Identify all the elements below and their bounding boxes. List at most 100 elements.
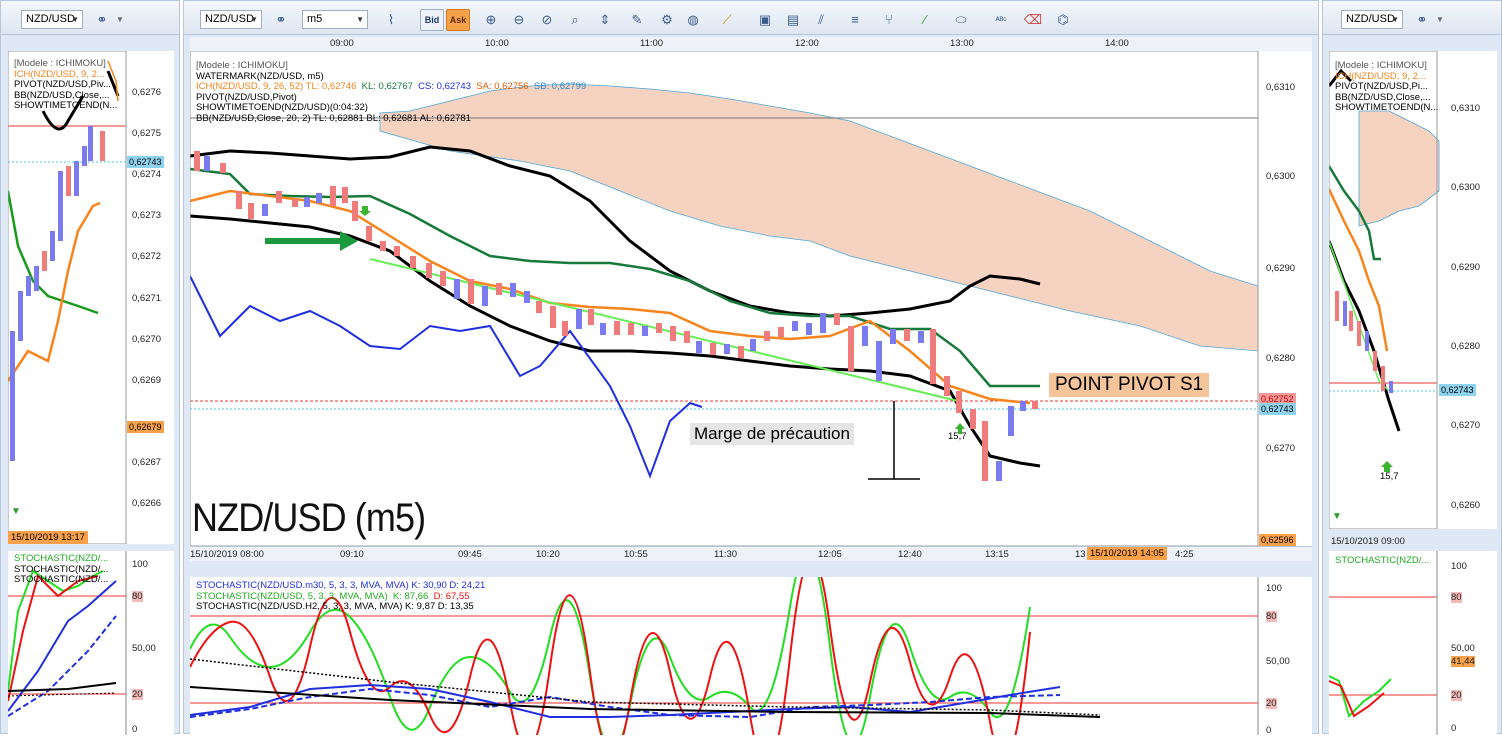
right-symbol-label: NZD/USD xyxy=(1346,13,1395,25)
legend-line: [Modele : ICHIMOKU] xyxy=(196,60,288,71)
legend-line: PIVOT(NZD/USD,Piv... xyxy=(14,79,111,90)
zoom-area-icon[interactable]: ⌕ xyxy=(564,9,586,31)
main-stochastic-panel[interactable]: STOCHASTIC(NZD/USD.m30, 5, 3, 3, MVA, MV… xyxy=(189,552,1312,740)
main-chart-window: NZD/USD ▼ ⚭ m5 ▼ ⌇ Bid Ask ⊕ ⊖ ⊘ ⌕ ⇕ ✎ ⚙ ◍… xyxy=(183,0,1319,740)
price-tick: 0,6273 xyxy=(132,210,162,221)
price-tick: 0,6269 xyxy=(132,375,162,386)
stoch-tick: 50,00 xyxy=(132,643,156,654)
time-tick: 12:40 xyxy=(898,549,922,560)
time-tick: 13:00 xyxy=(950,38,974,49)
right-chart-window: NZD/USD ▼ ⚭ ▼ [Modele: ICHIMOKU] ICH(NZ… xyxy=(1322,0,1502,735)
main-price-chart[interactable]: [Modele : ICHIMOKU] WATERMARK(NZD/USD, m… xyxy=(189,50,1312,547)
price-tick: 0,6310 xyxy=(1266,82,1296,93)
pivot-annotation[interactable]: POINT PIVOT S1 xyxy=(1049,373,1210,397)
trendline-tool-icon[interactable]: ∕ xyxy=(914,9,936,31)
image-icon[interactable]: ▣ xyxy=(754,9,776,31)
ich-tl: TL: 0,62746 xyxy=(305,81,357,92)
left-date-tag: 15/10/2019 13:17 xyxy=(8,531,88,544)
chevron-down-icon: ▼ xyxy=(71,15,79,24)
arrow-value-label: 15,7 xyxy=(948,431,967,442)
stoch-tick: 41,44 xyxy=(1451,656,1475,667)
time-tick: 4:25 xyxy=(1175,549,1194,560)
fit-icon[interactable]: ⇕ xyxy=(594,9,616,31)
price-tick: 0,6276 xyxy=(132,87,162,98)
price-tick: 0,6260 xyxy=(1451,500,1481,511)
time-tick: 09:10 xyxy=(340,549,364,560)
right-price-chart[interactable]: [Modele : ICHIMOKU] ICH(NZD/USD, 9, 2...… xyxy=(1327,50,1497,530)
price-tick: 0,6275 xyxy=(132,128,162,139)
ich-name: ICH(NZD/USD, 9, 26, 52) xyxy=(196,81,304,92)
text-tool-icon[interactable]: ᴬᴮᶜ xyxy=(990,9,1012,31)
legend-line: [Modele : ICHIMOKU] xyxy=(14,58,106,69)
stoch-m5-k: K: 87,66 xyxy=(392,590,429,602)
legend-line: [Modele : ICHIMOKU] xyxy=(1335,60,1427,71)
stoch-m5-name: STOCHASTIC(NZD/USD, 5, 3, 3, MVA, MVA) xyxy=(196,590,388,602)
lines-tool-icon[interactable]: ≡ xyxy=(844,9,866,31)
stoch-tick: 0 xyxy=(132,724,138,735)
ich-kl: KL: 0,62767 xyxy=(361,81,413,92)
time-tick: 10:20 xyxy=(536,549,560,560)
ask-button[interactable]: Ask xyxy=(446,9,470,31)
objects-tree-icon[interactable]: ⌬ xyxy=(1052,9,1074,31)
main-symbol-label: NZD/USD xyxy=(205,13,254,25)
stoch-tick: 50,00 xyxy=(1451,643,1475,654)
zoom-out-icon[interactable]: ⊖ xyxy=(508,9,530,31)
price-tag-low: 0,62596 xyxy=(1259,534,1296,546)
price-tick: 0,6300 xyxy=(1451,182,1481,193)
main-stoch-legend: STOCHASTIC(NZD/USD.m30, 5, 3, 3, MVA, MV… xyxy=(196,580,485,613)
globe-icon[interactable]: ◍ xyxy=(682,9,704,31)
stoch-legend-h2: STOCHASTIC(NZD/USD.H2, 5, 3, 3, MVA, MVA… xyxy=(196,601,474,612)
price-tick: 0,6310 xyxy=(1451,103,1481,114)
chevron-down-icon[interactable]: ▼ xyxy=(1429,9,1451,31)
indicator-icon[interactable]: ⚙ xyxy=(656,9,678,31)
time-tick: 09:45 xyxy=(458,549,482,560)
legend-line: STOCHASTIC(NZD/... xyxy=(14,553,109,564)
chevron-down-icon[interactable]: ▼ xyxy=(109,9,131,31)
legend-line: STOCHASTIC(NZD/... xyxy=(14,574,109,585)
right-price-chart-svg xyxy=(1327,50,1440,530)
price-tick: 0,6280 xyxy=(1266,353,1296,364)
time-tick: 12:05 xyxy=(818,549,842,560)
ruler-icon[interactable]: ⟋ xyxy=(716,9,738,31)
time-tick: 15/10/2019 08:00 xyxy=(190,549,264,560)
arrow-value-label: 15,7 xyxy=(1380,471,1399,482)
price-tick: 0,6266 xyxy=(132,498,162,509)
green-arrow-icon: ▼ xyxy=(11,506,21,517)
price-tick: 0,6274 xyxy=(132,169,162,180)
layout-icon[interactable]: ▤ xyxy=(782,9,804,31)
eraser-icon[interactable]: ⌫ xyxy=(1022,9,1044,31)
edit-chart-icon[interactable]: ✎ xyxy=(626,9,648,31)
right-legend: [Modele : ICHIMOKU] ICH(NZD/USD, 9, 2...… xyxy=(1335,60,1438,114)
bid-button[interactable]: Bid xyxy=(420,9,444,31)
zoom-in-icon[interactable]: ⊕ xyxy=(480,9,502,31)
fan-tool-icon[interactable]: ⫽ xyxy=(810,9,832,31)
time-tick: 13:15 xyxy=(985,549,1009,560)
main-toolbar: NZD/USD ▼ ⚭ m5 ▼ ⌇ Bid Ask ⊕ ⊖ ⊘ ⌕ ⇕ ✎ ⚙ ◍… xyxy=(184,1,1318,35)
time-tick: 10:00 xyxy=(485,38,509,49)
chart-watermark: NZD/USD (m5) xyxy=(192,496,426,540)
ellipse-tool-icon[interactable]: ⬭ xyxy=(950,9,972,31)
stoch-tick: 20 xyxy=(1266,698,1277,709)
zoom-reset-icon[interactable]: ⊘ xyxy=(536,9,558,31)
left-price-chart[interactable]: [Modele : ICHIMOKU] ICH(NZD/USD, 9, 2...… xyxy=(6,50,174,545)
left-stochastic-panel[interactable]: STOCHASTIC(NZD/... STOCHASTIC(NZD/... ST… xyxy=(7,551,174,735)
price-tick: 0,6270 xyxy=(132,334,162,345)
top-time-axis: 09:00 10:00 11:00 12:00 13:00 14:00 xyxy=(190,37,1312,51)
left-chart-window: NZD/USD ▼ ⚭ ▼ [Modele: ICHIMOKU] ICH(NZ… xyxy=(0,0,180,735)
main-symbol-select[interactable]: NZD/USD ▼ xyxy=(200,10,262,29)
right-stochastic-panel[interactable]: STOCHASTIC(NZD/... 100 80 50,00 41,44 20… xyxy=(1328,551,1497,735)
left-symbol-select[interactable]: NZD/USD ▼ xyxy=(21,10,83,29)
stoch-tick: 0 xyxy=(1266,725,1272,736)
time-tick: 12:00 xyxy=(795,38,819,49)
stoch-tick: 80 xyxy=(1266,611,1277,622)
fork-tool-icon[interactable]: ⑂ xyxy=(878,9,900,31)
time-tick: 09:00 xyxy=(330,38,354,49)
right-symbol-select[interactable]: NZD/USD ▼ xyxy=(1341,10,1403,29)
margin-annotation[interactable]: Marge de précaution xyxy=(690,423,854,445)
timeframe-select[interactable]: m5 ▼ xyxy=(302,10,368,29)
link-icon[interactable]: ⚭ xyxy=(270,9,292,31)
legend-line: SHOWTIMETOEND(N... xyxy=(14,100,118,111)
chevron-down-icon: ▼ xyxy=(356,15,364,24)
left-toolbar: NZD/USD ▼ ⚭ ▼ xyxy=(1,1,179,35)
chart-type-icon[interactable]: ⌇ xyxy=(380,9,402,31)
